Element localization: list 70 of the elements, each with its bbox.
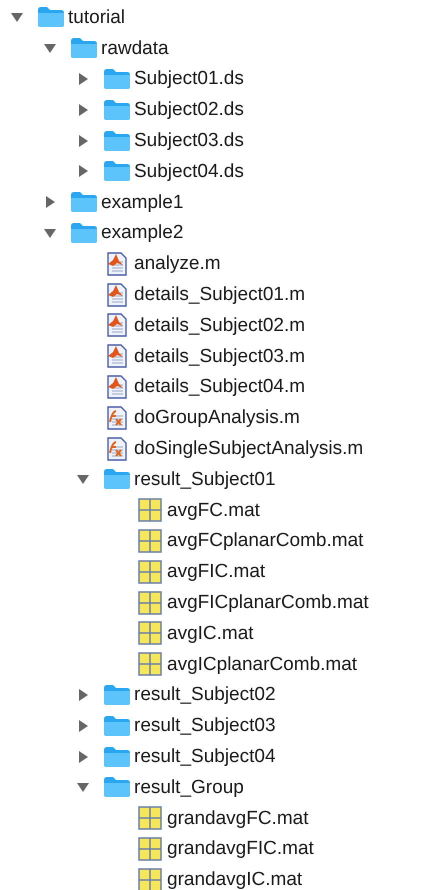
expand-arrow-icon[interactable] xyxy=(76,750,90,764)
tree-item[interactable]: result_Subject01 xyxy=(134,470,276,489)
grid-file-icon xyxy=(138,560,162,584)
tree-item[interactable]: avgICplanarComb.mat xyxy=(167,654,358,674)
folder-icon xyxy=(103,98,131,121)
expand-arrow-icon[interactable] xyxy=(76,102,90,117)
folder-icon xyxy=(70,191,98,214)
grid-file-icon xyxy=(138,498,162,522)
folder-icon xyxy=(103,68,131,90)
tree-item[interactable]: result_Subject03 xyxy=(134,716,276,736)
expand-arrow-icon[interactable] xyxy=(76,134,90,148)
expand-arrow-icon[interactable] xyxy=(76,72,90,86)
tree-item[interactable]: result_Group xyxy=(134,778,244,797)
script-file-icon xyxy=(106,374,128,399)
tree-item[interactable]: tutorial xyxy=(68,8,126,27)
folder-icon xyxy=(103,468,131,490)
tree-item[interactable]: avgFCplanarComb.mat xyxy=(167,531,364,550)
collapse-arrow-icon[interactable] xyxy=(10,10,24,24)
grid-file-icon xyxy=(138,868,162,890)
folder-icon xyxy=(103,776,131,798)
folder-icon xyxy=(103,714,131,737)
tree-item[interactable]: Subject04.ds xyxy=(134,162,244,181)
tree-item[interactable]: example2 xyxy=(101,223,184,242)
tree-item[interactable]: example1 xyxy=(101,192,184,212)
tree-item[interactable]: doSingleSubjectAnalysis.m xyxy=(134,439,364,458)
tree-item[interactable]: avgFC.mat xyxy=(167,500,260,520)
tree-item[interactable]: analyze.m xyxy=(134,254,221,274)
grid-file-icon xyxy=(138,590,162,615)
tree-item[interactable]: Subject01.ds xyxy=(134,69,244,88)
collapse-arrow-icon[interactable] xyxy=(76,780,90,794)
collapse-arrow-icon[interactable] xyxy=(43,41,57,56)
tree-item[interactable]: details_Subject03.m xyxy=(134,346,306,366)
tree-item[interactable]: avgFICplanarComb.mat xyxy=(167,593,369,612)
tree-item[interactable]: avgIC.mat xyxy=(167,624,254,643)
expand-arrow-icon[interactable] xyxy=(76,688,90,702)
script-file-icon xyxy=(106,252,128,276)
folder-icon xyxy=(70,37,98,60)
script-file-icon xyxy=(106,344,128,368)
tree-item[interactable]: Subject03.ds xyxy=(134,131,244,150)
folder-icon xyxy=(103,160,131,182)
folder-icon xyxy=(70,222,98,244)
tree-item[interactable]: rawdata xyxy=(101,38,169,58)
grid-file-icon xyxy=(138,652,162,676)
grid-file-icon xyxy=(138,528,162,553)
tree-item[interactable]: details_Subject02.m xyxy=(134,316,306,335)
tree-item[interactable]: avgFIC.mat xyxy=(167,562,266,582)
tree-item[interactable]: result_Subject04 xyxy=(134,747,276,766)
folder-icon xyxy=(103,130,131,152)
tree-item[interactable]: grandavgFC.mat xyxy=(167,808,309,828)
collapse-arrow-icon[interactable] xyxy=(76,472,90,486)
tree-item[interactable]: Subject02.ds xyxy=(134,100,244,120)
function-file-icon xyxy=(106,436,128,461)
expand-arrow-icon[interactable] xyxy=(76,164,90,178)
grid-file-icon xyxy=(138,836,162,861)
tree-item[interactable]: grandavgFIC.mat xyxy=(167,839,314,858)
expand-arrow-icon[interactable] xyxy=(43,195,57,210)
folder-icon xyxy=(103,684,131,706)
script-file-icon xyxy=(106,313,128,338)
grid-file-icon xyxy=(138,806,162,830)
tree-item[interactable]: grandavgIC.mat xyxy=(167,870,302,890)
tree-item[interactable]: doGroupAnalysis.m xyxy=(134,408,300,428)
folder-icon xyxy=(37,6,65,28)
folder-icon xyxy=(103,746,131,768)
grid-file-icon xyxy=(138,621,162,646)
script-file-icon xyxy=(106,282,128,307)
tree-item[interactable]: details_Subject04.m xyxy=(134,377,306,396)
tree-item[interactable]: result_Subject02 xyxy=(134,685,276,704)
expand-arrow-icon[interactable] xyxy=(76,718,90,733)
function-file-icon xyxy=(106,406,128,430)
tree-item[interactable]: details_Subject01.m xyxy=(134,285,306,304)
